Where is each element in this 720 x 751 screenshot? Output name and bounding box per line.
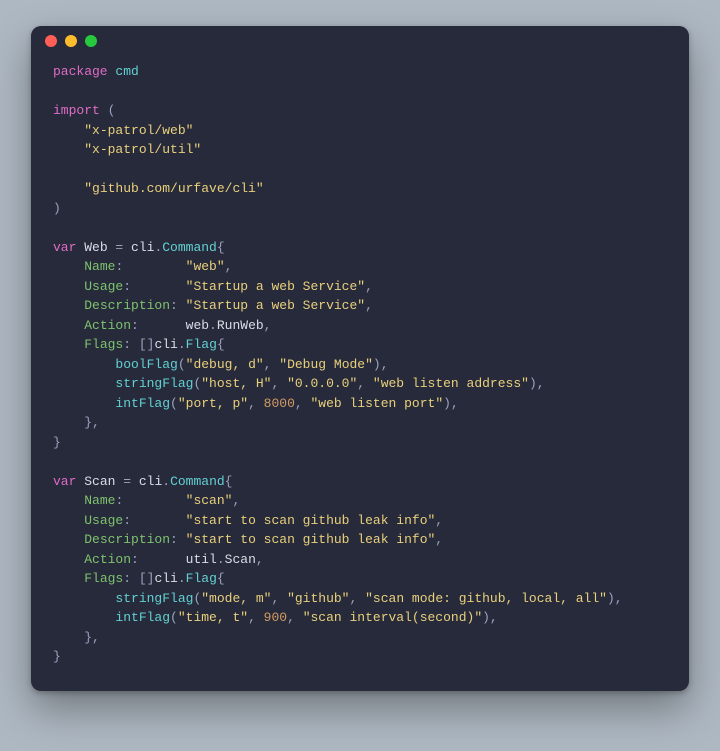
fn-stringflag: stringFlag [115,591,193,606]
paren-close: ) [53,201,61,216]
action-pkg: util [186,552,217,567]
arg-number: 8000 [264,396,295,411]
field-flags: Flags [84,571,123,586]
arg: "port, p" [178,396,248,411]
flags-bracket: : [] [123,337,154,352]
field-value: "scan" [186,493,233,508]
arg-number: 900 [264,610,287,625]
import-path: "github.com/urfave/cli" [84,181,263,196]
field-description: Description [84,532,170,547]
arg: "github" [287,591,349,606]
arg: "time, t" [178,610,248,625]
paren-open: ( [100,103,116,118]
action-pkg: web [186,318,209,333]
field-name: Name [84,259,115,274]
arg: "host, H" [201,376,271,391]
type-flag: Flag [186,337,217,352]
arg: "0.0.0.0" [287,376,357,391]
assign: = [108,240,131,255]
fn-intflag: intFlag [115,396,170,411]
keyword-var: var [53,474,76,489]
fn-boolflag: boolFlag [115,357,177,372]
import-path: "x-patrol/web" [84,123,193,138]
brace-close: }, [84,415,100,430]
flags-bracket: : [] [123,571,154,586]
window-titlebar [31,26,689,56]
keyword-var: var [53,240,76,255]
action-fn: RunWeb [217,318,264,333]
var-scan: Scan [84,474,115,489]
fn-intflag: intFlag [115,610,170,625]
import-path: "x-patrol/util" [84,142,201,157]
cli-pkg: cli [131,240,154,255]
code-window: package cmd import ( "x-patrol/web" "x-p… [31,26,689,691]
package-name: cmd [115,64,138,79]
brace-close: } [53,649,61,664]
arg: "mode, m" [201,591,271,606]
field-action: Action [84,318,131,333]
arg: "web listen port" [311,396,444,411]
field-value: "web" [186,259,225,274]
field-name: Name [84,493,115,508]
maximize-icon[interactable] [85,35,97,47]
field-value: "Startup a web Service" [186,279,365,294]
brace-open: { [217,240,225,255]
brace-close: } [53,435,61,450]
var-web: Web [84,240,107,255]
field-value: "Startup a web Service" [186,298,365,313]
arg: "Debug Mode" [279,357,373,372]
action-fn: Scan [225,552,256,567]
arg: "web listen address" [373,376,529,391]
type-command: Command [162,240,217,255]
arg: "debug, d" [186,357,264,372]
minimize-icon[interactable] [65,35,77,47]
close-icon[interactable] [45,35,57,47]
field-usage: Usage [84,279,123,294]
type-command: Command [170,474,225,489]
arg: "scan interval(second)" [303,610,482,625]
brace-close: }, [84,630,100,645]
code-block: package cmd import ( "x-patrol/web" "x-p… [31,62,689,667]
field-usage: Usage [84,513,123,528]
arg: "scan mode: github, local, all" [365,591,607,606]
keyword-import: import [53,103,100,118]
brace-open: { [225,474,233,489]
assign: = [115,474,138,489]
field-value: "start to scan github leak info" [186,532,436,547]
cli-pkg: cli [139,474,162,489]
field-description: Description [84,298,170,313]
fn-stringflag: stringFlag [115,376,193,391]
field-value: "start to scan github leak info" [186,513,436,528]
type-flag: Flag [186,571,217,586]
field-flags: Flags [84,337,123,352]
keyword-package: package [53,64,108,79]
field-action: Action [84,552,131,567]
